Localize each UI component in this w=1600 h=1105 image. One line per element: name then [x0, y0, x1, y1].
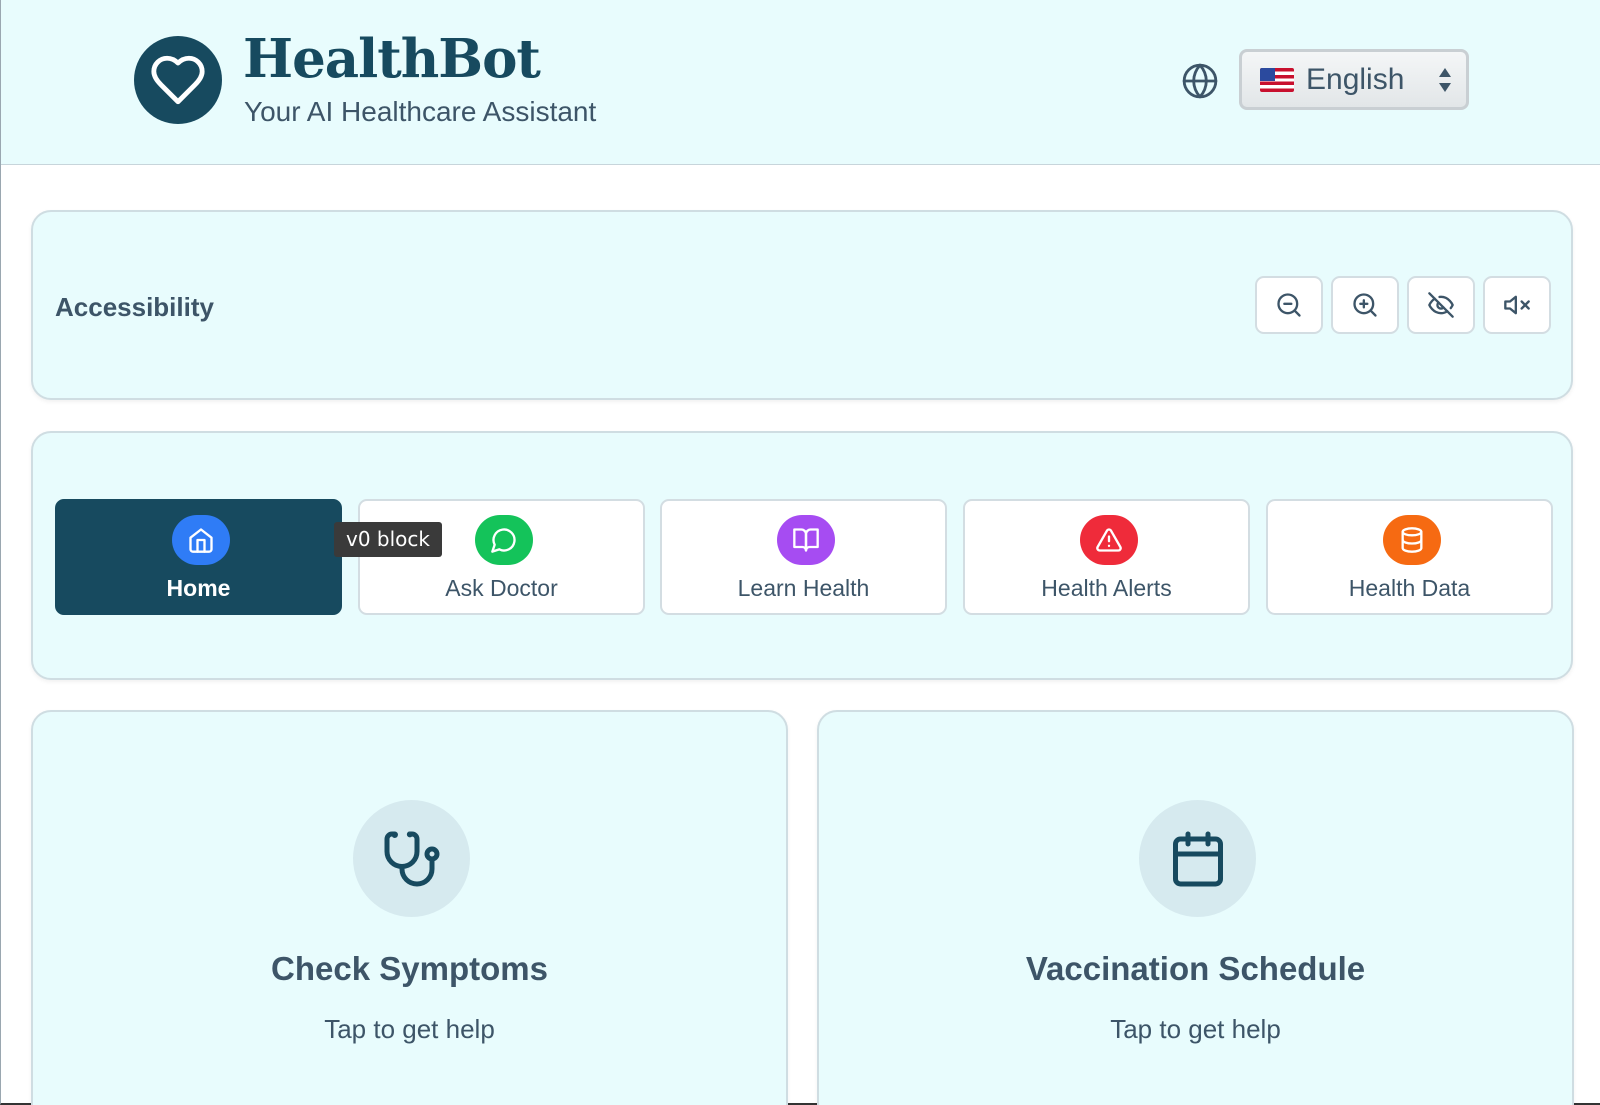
card-icon-badge [1139, 800, 1256, 917]
database-icon [1401, 527, 1423, 553]
heart-icon [151, 55, 205, 105]
card-subtitle: Tap to get help [1110, 1014, 1281, 1044]
nav-icon-badge [172, 515, 230, 565]
tooltip: v0 block [334, 522, 442, 557]
app-window: HealthBot Your AI Healthcare Assistant E… [0, 0, 1600, 1105]
nav-item-label: Learn Health [737, 575, 870, 601]
globe-icon [1182, 63, 1218, 99]
nav-icon-badge [475, 515, 533, 565]
accessibility-label: Accessibility [55, 292, 214, 322]
message-circle-icon [491, 528, 516, 553]
zoom-out-icon [1277, 293, 1301, 317]
nav-item-label: Ask Doctor [445, 575, 558, 601]
vaccination-schedule-card[interactable]: Vaccination Schedule Tap to get help [817, 710, 1574, 1105]
logo [134, 36, 222, 124]
nav-item-health-data[interactable]: Health Data [1266, 499, 1553, 615]
card-title: Vaccination Schedule [1025, 950, 1366, 987]
language-select[interactable]: English [1239, 49, 1469, 110]
high-contrast-toggle[interactable] [1407, 276, 1475, 334]
book-open-icon [793, 528, 819, 552]
zoom-out-button[interactable] [1255, 276, 1323, 334]
nav-icon-badge [777, 515, 835, 565]
nav-item-label: Home [166, 575, 231, 601]
alert-triangle-icon [1096, 528, 1122, 552]
language-select-value: English [1306, 62, 1405, 96]
nav-item-ask-doctor[interactable]: Ask Doctor [358, 499, 645, 615]
zoom-in-icon [1353, 293, 1377, 317]
nav-item-label: Health Alerts [1041, 575, 1172, 601]
nav-icon-badge [1383, 515, 1441, 565]
main-navigation: Home Ask Doctor Learn Health Health Aler… [31, 431, 1573, 680]
brand-subtitle: Your AI Healthcare Assistant [244, 96, 597, 127]
us-flag-icon [1260, 67, 1294, 92]
volume-mute-icon [1504, 295, 1530, 315]
mute-toggle[interactable] [1483, 276, 1551, 334]
nav-item-learn-health[interactable]: Learn Health [660, 499, 947, 615]
nav-item-label: Health Data [1348, 575, 1471, 601]
nav-item-home[interactable]: Home [55, 499, 342, 615]
nav-item-health-alerts[interactable]: Health Alerts [963, 499, 1250, 615]
check-symptoms-card[interactable]: Check Symptoms Tap to get help [31, 710, 788, 1105]
brand-title: HealthBot [243, 28, 541, 90]
home-icon [189, 528, 213, 553]
app-header: HealthBot Your AI Healthcare Assistant E… [1, 0, 1600, 165]
calendar-icon [1172, 831, 1223, 886]
card-icon-badge [353, 800, 470, 917]
card-title: Check Symptoms [271, 950, 548, 987]
nav-icon-badge [1080, 515, 1138, 565]
stethoscope-icon [384, 831, 439, 886]
zoom-in-button[interactable] [1331, 276, 1399, 334]
select-arrows-icon [1439, 68, 1451, 92]
card-subtitle: Tap to get help [324, 1014, 495, 1044]
accessibility-panel: Accessibility [31, 210, 1573, 400]
eye-off-icon [1428, 292, 1454, 318]
